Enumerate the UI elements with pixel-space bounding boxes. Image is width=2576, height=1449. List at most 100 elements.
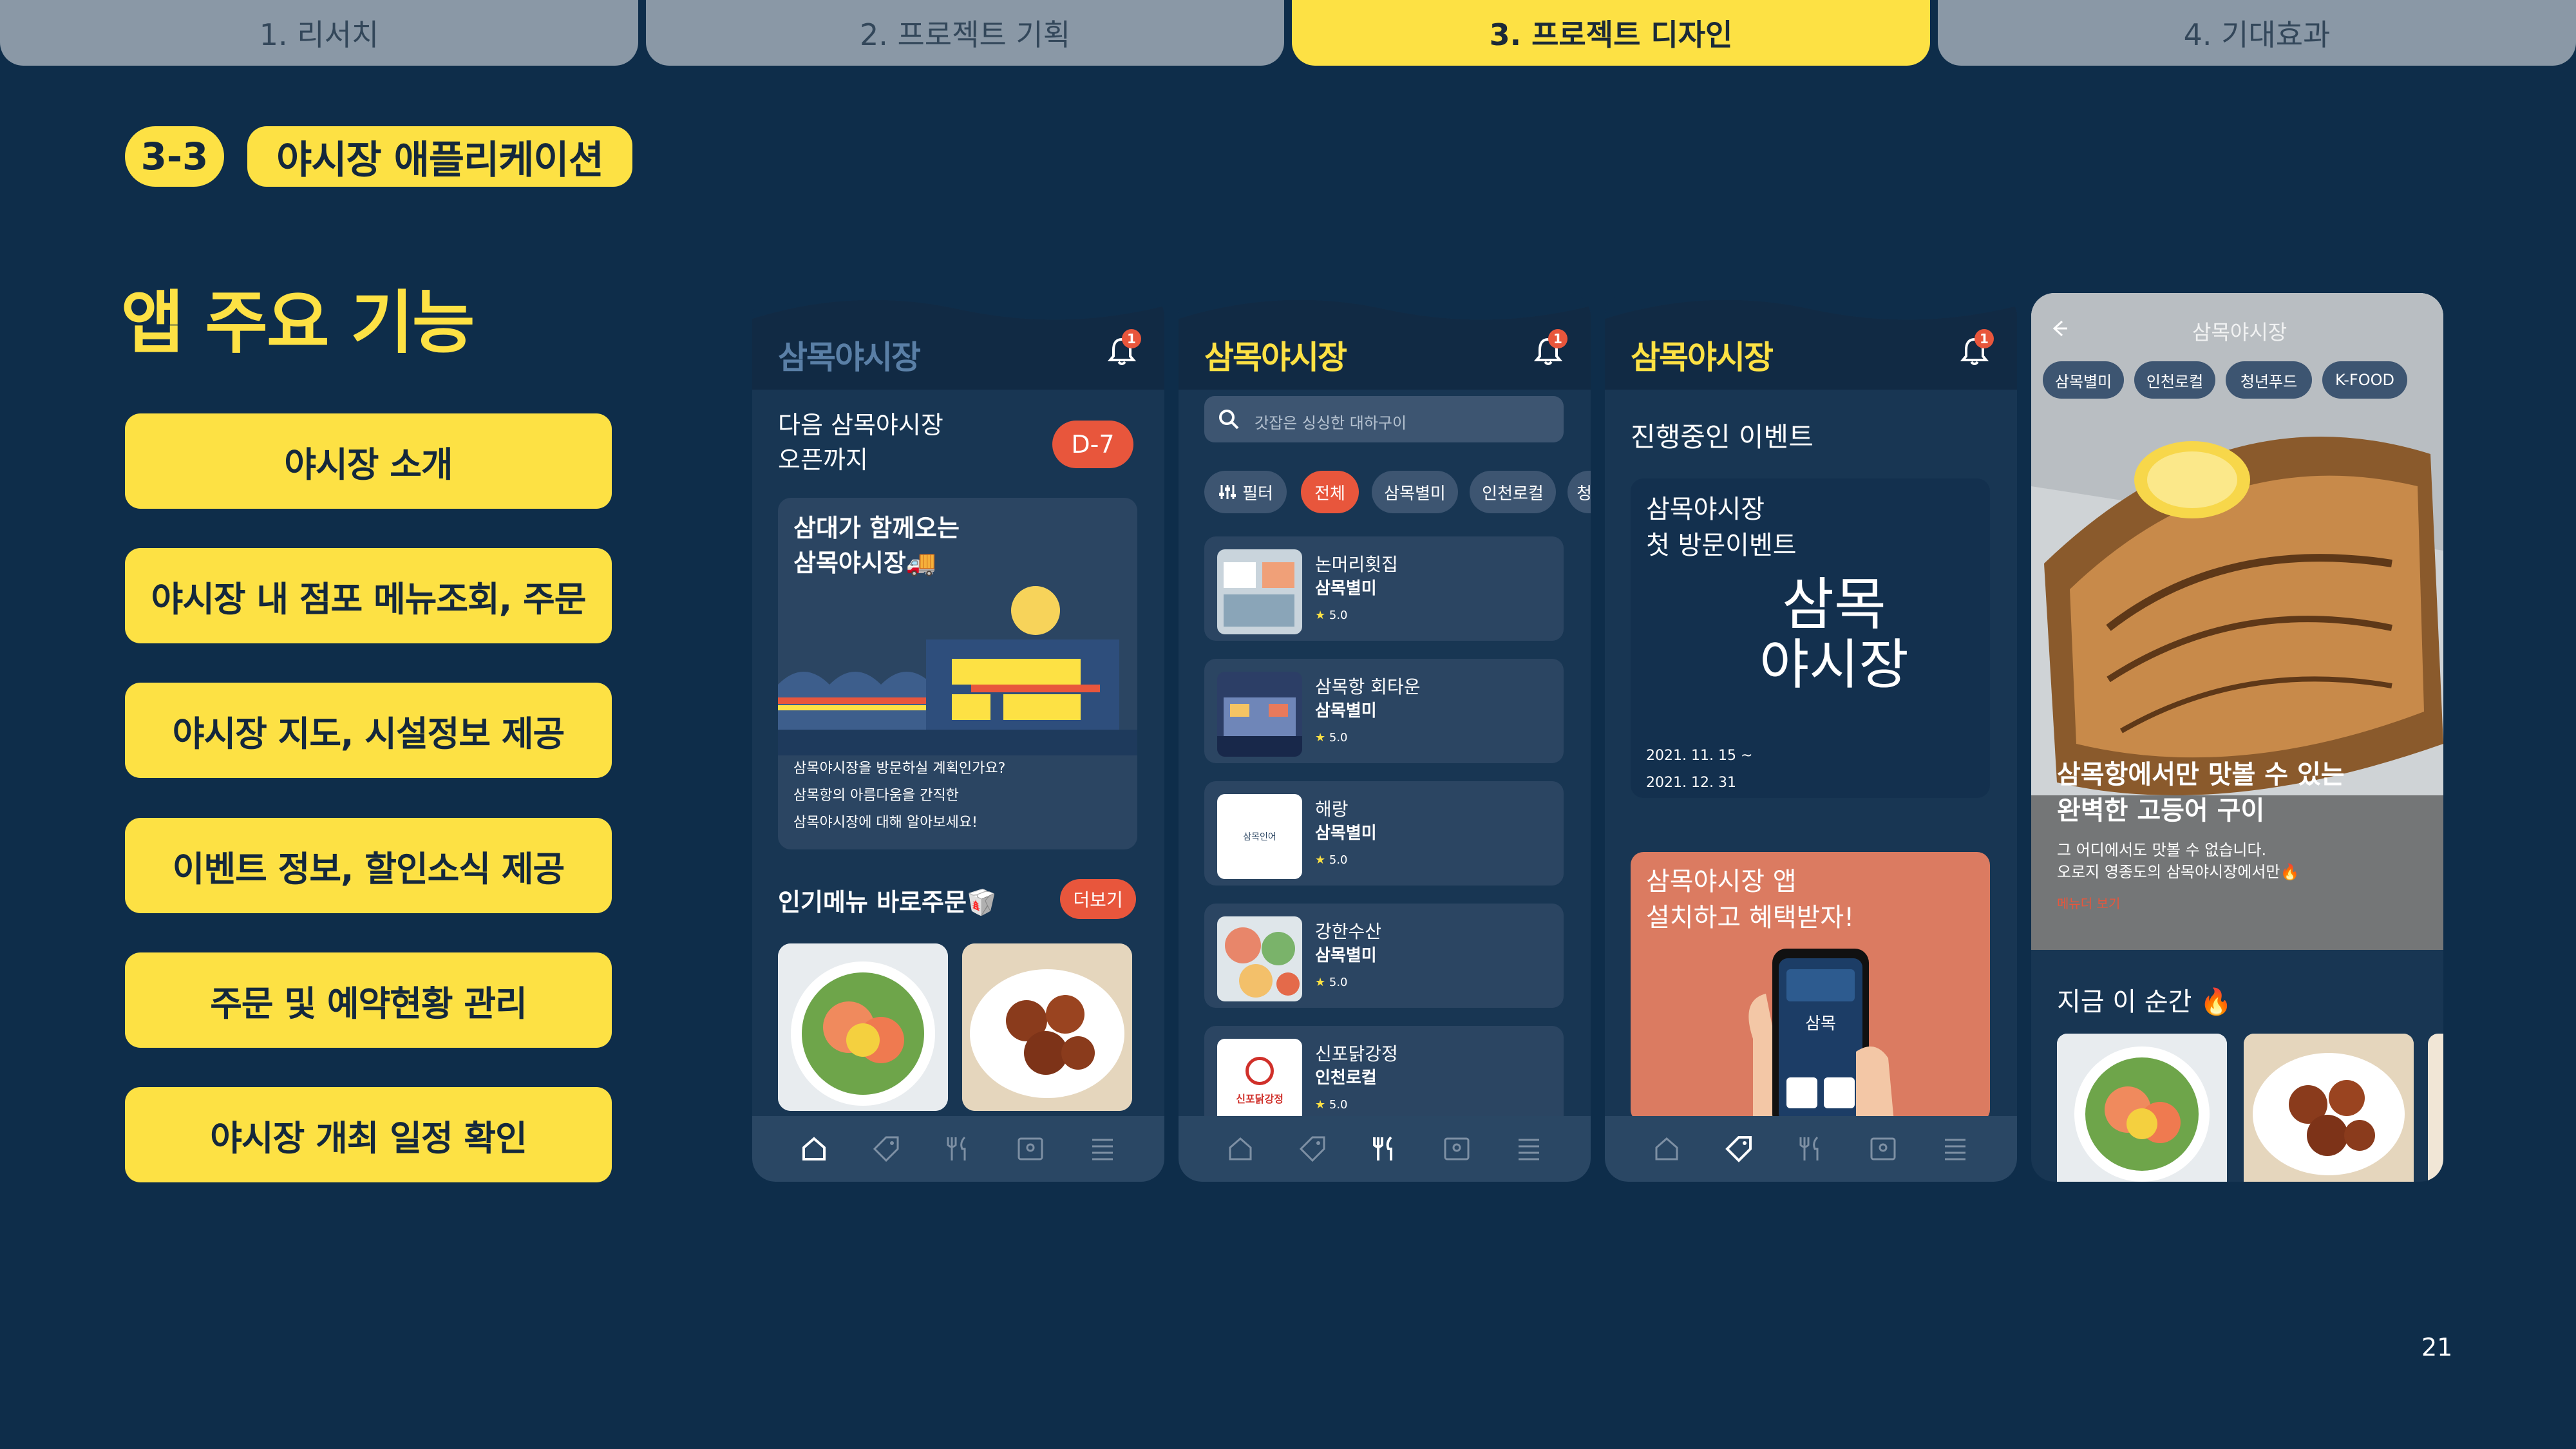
moment-thumbnail-salmon[interactable] (2057, 1034, 2227, 1182)
chip-samok-specialty[interactable]: 삼목별미 (1372, 471, 1458, 513)
tab-project-planning[interactable]: 2. 프로젝트 기획 (646, 0, 1284, 66)
event-logo: 삼목 야시장 (1759, 571, 1909, 696)
chip-all[interactable]: 전체 (1301, 471, 1359, 513)
tab-expected-effects[interactable]: 4. 기대효과 (1938, 0, 2576, 66)
notification-button[interactable]: 1 (1103, 329, 1141, 372)
intro-banner[interactable]: 삼대가 함께오는 삼목야시장🚚 삼목야시장을 방문하실 계획인가요? 삼목항의 아름… (778, 498, 1137, 849)
store-category: 인천로컬 (1315, 1068, 1377, 1088)
feature-item: 야시장 내 점포 메뉴조회, 주문 (125, 548, 612, 643)
tab-project-design[interactable]: 3. 프로젝트 디자인 (1292, 0, 1930, 66)
fork-knife-icon[interactable] (943, 1133, 974, 1164)
phone-menu-detail-screen: 삼목야시장 삼목별미 인천로컬 청년푸드 K-FOOD 삼목항에서만 맛볼 수 … (2031, 293, 2443, 1182)
star-icon: ★ (1315, 609, 1326, 622)
feature-item: 야시장 소개 (125, 413, 612, 509)
event-card-first-visit[interactable]: 삼목야시장 첫 방문이벤트 삼목 야시장 2021. 11. 15 ~2021. 1… (1631, 478, 1990, 798)
store-category: 삼목별미 (1315, 946, 1377, 965)
store-name: 논머리횟집 (1315, 554, 1398, 575)
store-thumbnail (1217, 549, 1302, 634)
store-rating: ★ 5.0 (1315, 976, 1348, 989)
svg-text:삼목: 삼목 (1805, 1014, 1836, 1034)
store-name: 신포닭강정 (1315, 1043, 1398, 1065)
home-icon[interactable] (1225, 1133, 1256, 1164)
tag-icon[interactable] (871, 1133, 902, 1164)
hero-more-link[interactable]: 메뉴더 보기 (2057, 893, 2120, 912)
back-button[interactable] (2043, 312, 2075, 345)
star-icon: ★ (1315, 853, 1326, 867)
tab-research[interactable]: 1. 리서치 (0, 0, 638, 66)
phone-store-list-screen: 삼목야시장 1 갓잡은 싱싱한 대하구이 필터 전체 삼목별미 인천로컬 청 논… (1179, 293, 1591, 1182)
fried-chicken-image (2244, 1034, 2414, 1182)
moment-thumbnail-partial (2428, 1034, 2443, 1182)
map-icon[interactable] (1441, 1133, 1472, 1164)
menu-thumbnail-salmon[interactable] (778, 943, 948, 1111)
store-name: 해랑 (1315, 799, 1349, 820)
chip-youth-food[interactable]: 청년푸드 (2226, 361, 2312, 399)
store-category: 삼목별미 (1315, 579, 1377, 598)
app-logo: 삼목야시장 (778, 339, 921, 376)
search-placeholder: 갓잡은 싱싱한 대하구이 (1255, 414, 1407, 432)
hand-holding-phone-image: 삼목 (1748, 949, 1895, 1122)
slide: 1. 리서치 2. 프로젝트 기획 3. 프로젝트 디자인 4. 기대효과 3-… (0, 0, 2576, 1449)
notification-count-badge: 1 (1122, 329, 1141, 348)
app-logo: 삼목야시장 (1631, 339, 1774, 376)
store-rating: ★ 5.0 (1315, 609, 1348, 622)
store-logo-text: 신포닭강정 (1236, 1093, 1283, 1105)
chip-incheon-local[interactable]: 인천로컬 (2134, 361, 2215, 399)
chip-k-food[interactable]: K-FOOD (2322, 361, 2407, 399)
star-icon: ★ (1315, 731, 1326, 744)
tag-icon[interactable] (1297, 1133, 1328, 1164)
chip-youth-food[interactable]: 청 (1567, 471, 1591, 513)
store-name: 강한수산 (1315, 921, 1382, 942)
list-icon[interactable] (1513, 1133, 1544, 1164)
list-icon[interactable] (1087, 1133, 1118, 1164)
store-rating: ★ 5.0 (1315, 853, 1348, 867)
store-card[interactable]: 삼목항 회타운 삼목별미 ★ 5.0 (1204, 659, 1564, 763)
home-icon[interactable] (1651, 1133, 1682, 1164)
store-category: 삼목별미 (1315, 701, 1377, 721)
search-input[interactable]: 갓잡은 싱싱한 대하구이 (1204, 396, 1564, 442)
app-logo: 삼목야시장 (1204, 339, 1347, 376)
store-card[interactable]: 강한수산 삼목별미 ★ 5.0 (1204, 904, 1564, 1008)
popular-menu-title: 인기메뉴 바로주문🥡 (778, 888, 998, 916)
search-icon (1219, 410, 1239, 430)
notification-count-badge: 1 (1548, 329, 1567, 348)
app-promo-card[interactable]: 삼목야시장 앱 설치하고 혜택받자! 삼목 (1631, 852, 1990, 1122)
fried-chicken-image (962, 943, 1132, 1111)
phone-home-screen: 삼목야시장 1 다음 삼목야시장 오픈까지 D-7 삼대가 함께오는 삼목야시장🚚 (752, 293, 1164, 1182)
more-button[interactable]: 더보기 (1060, 879, 1136, 919)
phone-events-screen: 삼목야시장 1 진행중인 이벤트 삼목야시장 첫 방문이벤트 삼목 야시장 2021… (1605, 293, 2017, 1182)
section-number-badge: 3-3 (125, 126, 224, 187)
list-icon[interactable] (1940, 1133, 1971, 1164)
store-card[interactable]: 삼목인어 해랑 삼목별미 ★ 5.0 (1204, 781, 1564, 886)
bottom-navigation (1179, 1116, 1591, 1182)
fork-knife-icon[interactable] (1795, 1133, 1826, 1164)
feature-item: 야시장 지도, 시설정보 제공 (125, 683, 612, 778)
banner-description: 삼목야시장을 방문하실 계획인가요? 삼목항의 아름다움을 간직한 삼목야시장에 대… (793, 761, 1006, 831)
store-card[interactable]: 신포닭강정 신포닭강정 인천로컬 ★ 5.0 (1204, 1026, 1564, 1130)
store-logo: 신포닭강정 (1217, 1039, 1302, 1124)
menu-thumbnail-chicken[interactable] (962, 943, 1132, 1111)
page-title: 앱 주요 기능 (121, 283, 475, 363)
store-rating: ★ 5.0 (1315, 731, 1348, 744)
store-thumbnail (1217, 672, 1302, 757)
tag-icon[interactable] (1723, 1133, 1754, 1164)
home-icon[interactable] (799, 1133, 829, 1164)
fork-knife-icon[interactable] (1369, 1133, 1400, 1164)
moment-thumbnail-chicken[interactable] (2244, 1034, 2414, 1182)
notification-count-badge: 1 (1975, 329, 1994, 348)
event-title: 삼목야시장 첫 방문이벤트 (1646, 495, 1797, 560)
store-logo-text: 삼목인어 (1243, 832, 1276, 842)
moment-section-title: 지금 이 순간 🔥 (2057, 987, 2232, 1017)
chip-samok-specialty[interactable]: 삼목별미 (2043, 361, 2124, 399)
notification-button[interactable]: 1 (1955, 329, 1994, 372)
map-icon[interactable] (1015, 1133, 1046, 1164)
filter-button[interactable]: 필터 (1204, 471, 1287, 513)
store-card[interactable]: 논머리횟집 삼목별미 ★ 5.0 (1204, 536, 1564, 641)
feature-item: 이벤트 정보, 할인소식 제공 (125, 818, 612, 913)
d-day-badge: D-7 (1052, 421, 1133, 468)
notification-button[interactable]: 1 (1529, 329, 1567, 372)
map-icon[interactable] (1868, 1133, 1899, 1164)
store-logo-mark (1245, 1057, 1274, 1085)
app-logo: 삼목야시장 (2192, 320, 2287, 345)
chip-incheon-local[interactable]: 인천로컬 (1470, 471, 1556, 513)
